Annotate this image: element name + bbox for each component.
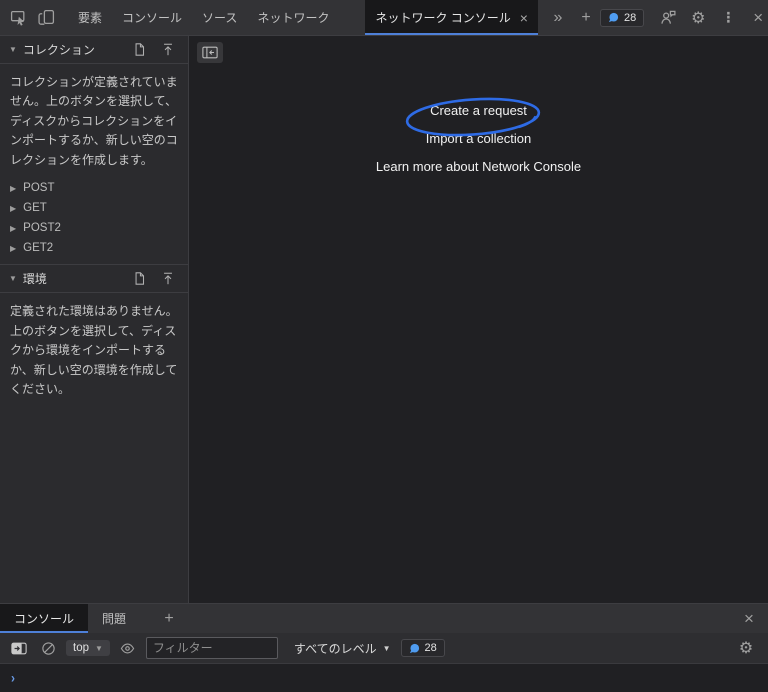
new-collection-button[interactable] [129, 42, 151, 57]
tab-network-console-label: ネットワーク コンソール [375, 11, 511, 25]
plus-icon: + [164, 609, 174, 627]
customize-devtools-button[interactable]: ⋮ [714, 0, 742, 35]
tab-network-label: ネットワーク [257, 11, 330, 25]
console-drawer: コンソール 問題 + × top ▼ フィルター すべてのレベル ▼ 28 ⚙ … [0, 603, 768, 692]
tab-elements[interactable]: 要素 [68, 0, 112, 35]
vertical-dots-icon: ⋮ [721, 9, 736, 25]
collapse-triangle-icon: ▼ [9, 274, 17, 284]
close-icon: × [753, 7, 764, 27]
issues-count: 28 [424, 642, 437, 654]
collection-item-post2[interactable]: ▶ POST2 [0, 218, 188, 238]
device-emulation-button[interactable] [32, 0, 60, 35]
learn-more-link[interactable]: Learn more about Network Console [376, 158, 581, 176]
drawer-tab-console-label: コンソール [14, 612, 75, 626]
console-issues-badge[interactable]: 28 [400, 639, 445, 657]
expand-triangle-icon[interactable]: ▶ [10, 224, 16, 233]
collection-item-label: POST2 [23, 222, 61, 235]
eye-icon [120, 641, 135, 656]
console-sidebar-toggle-button[interactable] [8, 642, 30, 655]
import-collection-link[interactable]: Import a collection [426, 130, 532, 148]
chevron-down-icon: ▼ [95, 643, 103, 653]
expand-triangle-icon[interactable]: ▶ [10, 184, 16, 193]
close-tab-icon[interactable]: × [520, 11, 528, 25]
chevron-down-icon: ▼ [382, 643, 391, 653]
collapse-triangle-icon: ▼ [9, 45, 17, 54]
prompt-chevron-icon: › [11, 669, 15, 687]
environment-section-header[interactable]: ▼ 環境 [0, 264, 188, 294]
plus-icon: + [581, 8, 591, 26]
context-value: top [73, 642, 89, 654]
inspect-element-button[interactable] [4, 0, 32, 35]
more-tabs-button[interactable]: » [544, 0, 572, 35]
import-collection-button[interactable] [157, 42, 179, 57]
collections-empty-description: コレクションが定義されていません。上のボタンを選択して、ディスクからコレクション… [10, 75, 178, 167]
person-feedback-icon [660, 9, 677, 26]
inspect-icon [10, 9, 27, 26]
tab-console-label: コンソール [122, 11, 183, 25]
console-filter-input[interactable] [145, 637, 278, 659]
collection-item-post[interactable]: ▶ POST [0, 178, 188, 198]
feedback-bubble-icon [409, 643, 420, 654]
live-expression-button[interactable] [117, 641, 139, 656]
drawer-tab-console[interactable]: コンソール [0, 604, 89, 633]
chevron-double-right-icon: » [553, 8, 563, 26]
console-prompt[interactable]: › [0, 664, 768, 692]
collection-item-label: GET2 [23, 242, 54, 255]
tab-network[interactable]: ネットワーク [247, 0, 339, 35]
gear-icon: ⚙ [691, 9, 706, 27]
network-console-sidebar: ▼ コレクション コレクションが定義されていません。上のボタンを選択して、ディス… [0, 36, 189, 603]
empty-state-links: Create a request Import a collection Lea… [189, 102, 768, 186]
console-settings-button[interactable]: ⚙ [732, 638, 760, 658]
collection-item-get[interactable]: ▶ GET [0, 198, 188, 218]
collection-item-label: GET [23, 202, 47, 215]
devtools-tab-bar: 要素 コンソール ソース ネットワーク ネットワーク コンソール × » + 2… [0, 0, 768, 36]
log-level-value: すべてのレベル [293, 641, 377, 656]
expand-triangle-icon[interactable]: ▶ [10, 244, 16, 253]
issues-count: 28 [623, 11, 637, 24]
clear-icon [41, 641, 56, 656]
panel-right-arrow-icon [11, 642, 27, 655]
devtools-window: 要素 コンソール ソース ネットワーク ネットワーク コンソール × » + 2… [0, 0, 768, 692]
drawer-tab-bar: コンソール 問題 + × [0, 604, 768, 633]
collections-section-header[interactable]: ▼ コレクション [0, 36, 188, 64]
tab-network-console-active[interactable]: ネットワーク コンソール × [365, 0, 538, 35]
issues-counter-badge[interactable]: 28 [599, 8, 645, 27]
import-environment-button[interactable] [157, 271, 179, 286]
gear-icon: ⚙ [738, 640, 754, 657]
drawer-more-tools-button[interactable]: + [154, 604, 184, 633]
expand-triangle-icon[interactable]: ▶ [10, 204, 16, 213]
close-devtools-button[interactable]: × [744, 0, 768, 35]
tab-console[interactable]: コンソール [112, 0, 192, 35]
feedback-bubble-icon [608, 12, 619, 23]
tab-sources[interactable]: ソース [192, 0, 247, 35]
new-environment-button[interactable] [129, 271, 151, 286]
drawer-tab-issues[interactable]: 問題 [88, 604, 140, 633]
environment-empty-description: 定義された環境はありません。上のボタンを選択して、ディスクから環境をインポートす… [10, 304, 178, 396]
hide-sidebar-button[interactable] [197, 42, 223, 63]
console-toolbar: top ▼ すべてのレベル ▼ [0, 633, 768, 664]
javascript-context-selector[interactable]: top ▼ [66, 640, 110, 656]
collection-item-get2[interactable]: ▶ GET2 [0, 238, 188, 258]
settings-button[interactable]: ⚙ [684, 0, 712, 35]
network-console-panel: ▼ コレクション コレクションが定義されていません。上のボタンを選択して、ディス… [0, 36, 768, 603]
tab-sources-label: ソース [202, 11, 238, 25]
add-tab-button[interactable]: + [572, 0, 600, 35]
drawer-tab-issues-label: 問題 [102, 612, 127, 626]
close-icon: × [744, 608, 754, 628]
log-level-selector[interactable]: すべてのレベル ▼ [291, 640, 394, 657]
panel-left-arrow-icon [202, 46, 218, 59]
feedback-button[interactable] [654, 0, 682, 35]
close-drawer-button[interactable]: × [734, 604, 764, 633]
environment-title: 環境 [22, 272, 47, 287]
tab-elements-label: 要素 [78, 11, 103, 25]
clear-console-button[interactable] [37, 641, 59, 656]
collection-item-label: POST [23, 182, 55, 195]
toolbar-right-group: 28 ⚙ ⋮ × [599, 0, 768, 35]
create-request-link[interactable]: Create a request [430, 102, 527, 120]
device-emulation-icon [37, 9, 55, 26]
network-console-main: Create a request Import a collection Lea… [189, 36, 768, 603]
collections-title: コレクション [22, 43, 95, 57]
